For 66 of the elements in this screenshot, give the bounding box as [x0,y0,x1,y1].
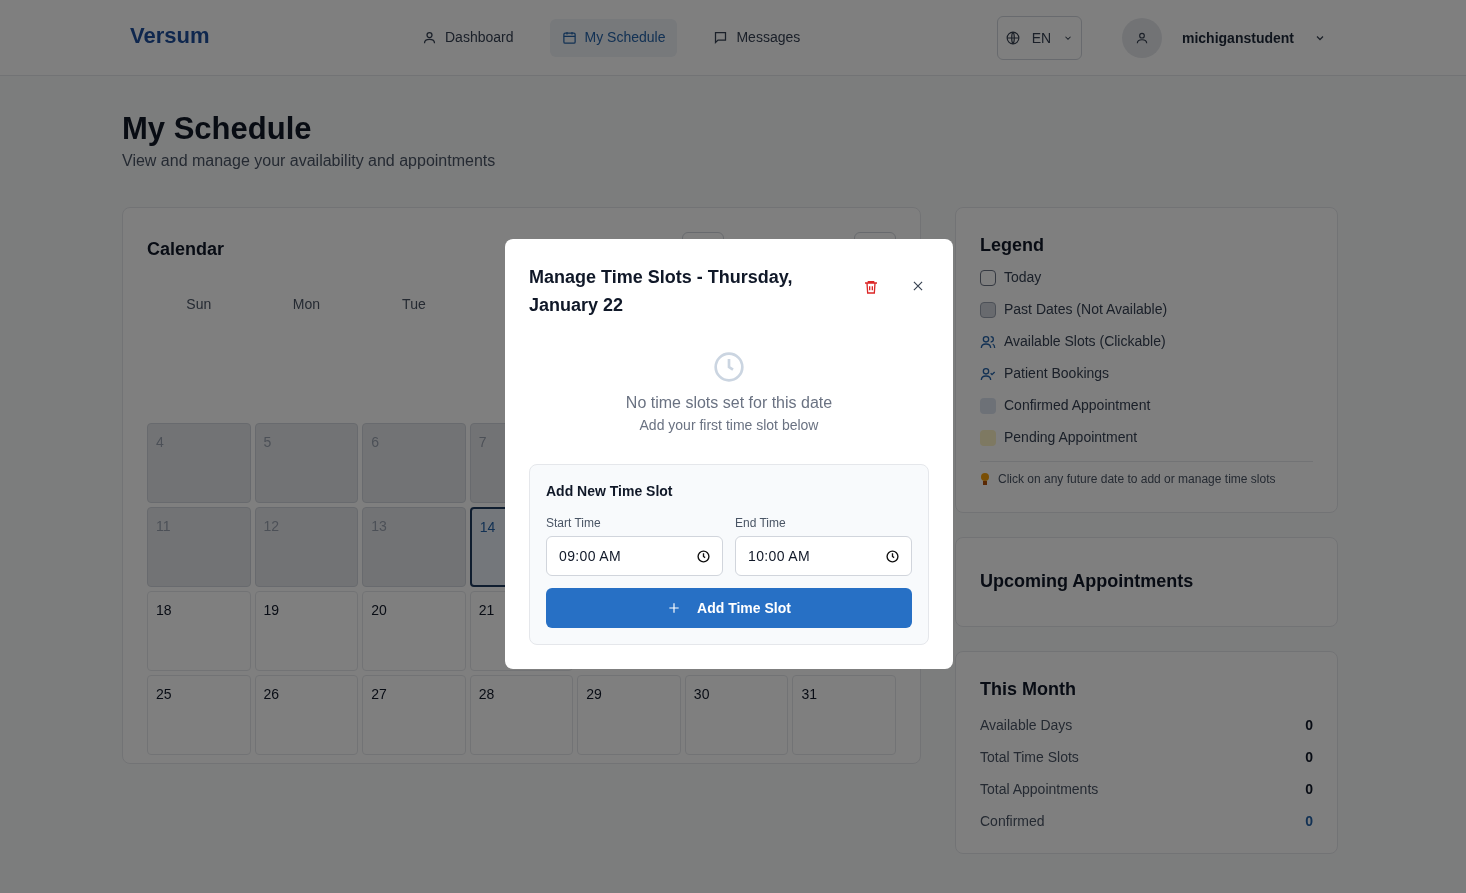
versum-logo[interactable]: Versum [130,23,210,48]
upcoming-title: Upcoming Appointments [980,570,1194,594]
plus-icon [667,601,682,615]
lightbulb-icon [980,471,990,486]
calendar-day[interactable]: 31 [792,674,896,755]
calendar-day[interactable]: 20 [362,590,466,671]
legend-title: Legend [980,233,1045,257]
end-time-label: End Time [735,515,787,532]
legend-tip: Click on any future date to add or manage time slots [998,470,1276,488]
legend-label: Past Dates (Not Available) [1004,300,1168,320]
clock-icon [713,351,745,383]
legend-label: Confirmed Appointment [1004,396,1151,416]
globe-icon [1005,30,1020,45]
message-icon [713,30,729,45]
empty-state-title: No time slots set for this date [625,393,833,413]
legend-label: Available Slots (Clickable) [1004,332,1166,352]
legend-label: Today [1004,268,1042,288]
user-check-icon [980,365,996,382]
clock-icon [697,549,710,563]
calendar-day[interactable]: 18 [147,590,251,671]
pending-swatch [980,429,996,446]
form-title: Add New Time Slot [546,482,674,501]
legend-label: Patient Bookings [1004,364,1110,384]
clock-icon [886,549,899,563]
language-selector[interactable]: EN [997,15,1082,60]
user-menu[interactable]: michiganstudent [1122,17,1326,58]
dialog-title: Manage Time Slots - Thursday, January 22 [529,266,794,317]
calendar-day[interactable]: 28 [469,674,574,755]
user-icon [1135,30,1149,45]
nav-tab[interactable]: My Schedule [549,18,678,57]
start-time-label: Start Time [546,515,602,532]
calendar-day[interactable]: 30 [684,674,789,755]
end-time-field[interactable]: 10:00 AM [735,536,912,576]
user-icon [422,30,437,45]
stat-value: 0 [1305,780,1313,800]
users-icon [980,333,996,350]
stat-value: 0 [1305,748,1313,768]
weekday-label: Mon [292,295,320,312]
add-time-slot-button[interactable]: Add Time Slot [546,588,912,628]
stat-label: Total Appointments [980,780,1099,800]
stat-label: Available Days [980,716,1073,736]
stat-label: Total Time Slots [980,748,1079,768]
nav-tab[interactable]: Dashboard [410,18,526,57]
stat-value: 0 [1305,812,1313,832]
nav-tab[interactable]: Messages [701,18,813,57]
calendar-icon [561,30,577,45]
today-swatch [980,269,996,286]
legend-label: Pending Appointment [1004,428,1138,448]
stat-label: Confirmed [980,812,1045,832]
calendar-day[interactable]: 26 [254,674,359,755]
page-subtitle: View and manage your availability and appointments [122,150,497,171]
calendar-day[interactable]: 19 [254,590,359,671]
stat-value: 0 [1305,716,1313,736]
empty-state-subtitle: Add your first time slot below [639,416,819,435]
page-title: My Schedule [122,110,313,148]
weekday-label: Sun [186,295,212,312]
calendar-title: Calendar [147,238,225,262]
past-swatch [980,301,996,318]
calendar-day[interactable]: 25 [147,674,251,755]
start-time-field[interactable]: 09:00 AM [546,536,723,576]
calendar-day[interactable]: 27 [362,674,466,755]
calendar-day[interactable]: 29 [577,674,681,755]
this-month-title: This Month [980,677,1077,701]
trash-icon [863,279,879,295]
weekday-label: Tue [402,295,426,312]
close-icon [911,279,925,293]
